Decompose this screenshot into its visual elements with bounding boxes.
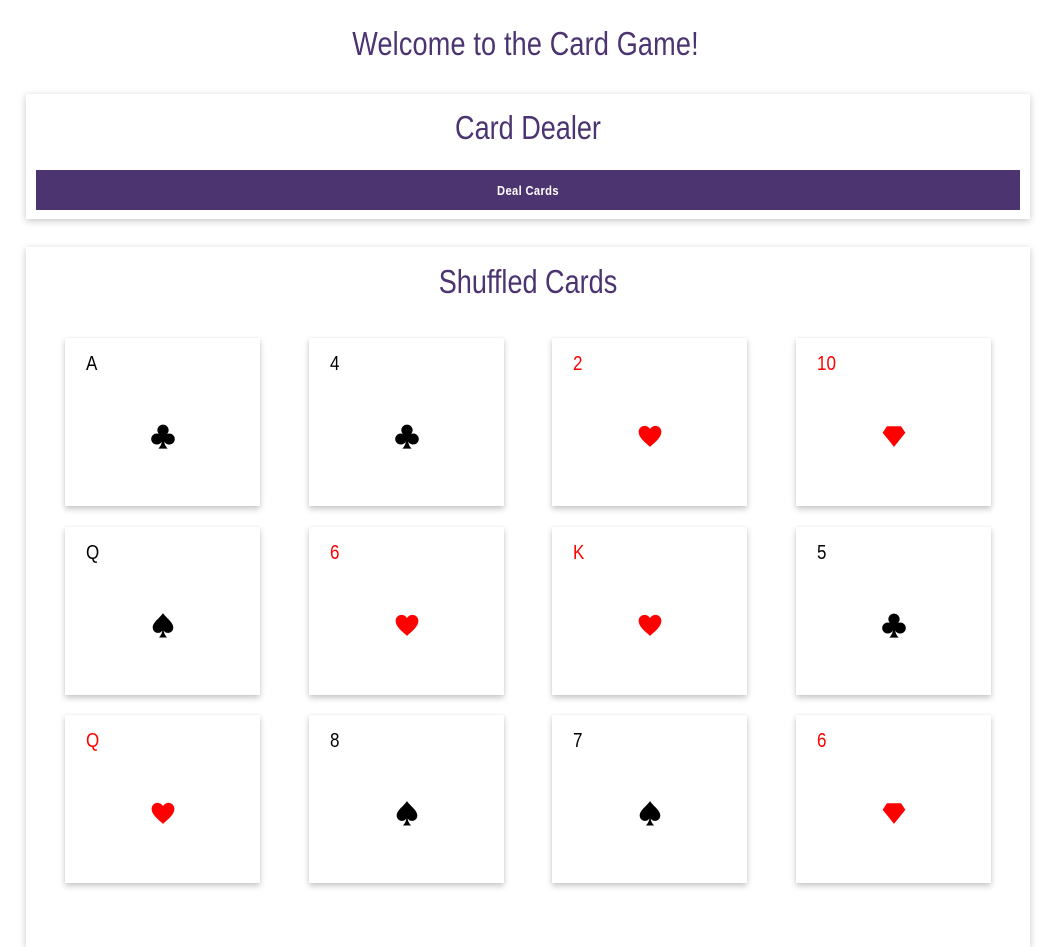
club-icon — [394, 423, 420, 449]
card-dealer-title: Card Dealer — [455, 109, 601, 146]
playing-card[interactable]: Q — [65, 527, 260, 695]
deal-cards-button[interactable]: Deal Cards — [36, 170, 1020, 210]
heart-icon — [637, 612, 663, 638]
shuffled-cards-title: Shuffled Cards — [438, 263, 618, 300]
playing-card[interactable]: 8 — [309, 715, 504, 883]
card-rank: 4 — [330, 353, 340, 375]
heart-icon — [637, 423, 663, 449]
card-rank: 6 — [817, 730, 827, 752]
club-icon — [881, 612, 907, 638]
page-title: Welcome to the Card Game! — [352, 25, 699, 62]
club-icon — [150, 423, 176, 449]
card-rank: Q — [86, 542, 100, 564]
card-rank: 10 — [817, 353, 836, 375]
heart-icon — [394, 612, 420, 638]
card-rank: K — [573, 542, 585, 564]
card-rank: 5 — [817, 542, 827, 564]
card-dealer-panel: Card Dealer Deal Cards — [26, 94, 1030, 219]
card-rank: 6 — [330, 542, 340, 564]
playing-card[interactable]: 4 — [309, 338, 504, 506]
card-rank: 8 — [330, 730, 340, 752]
card-rank: 7 — [573, 730, 583, 752]
playing-card[interactable]: A — [65, 338, 260, 506]
playing-card[interactable]: Q — [65, 715, 260, 883]
card-rank: 2 — [573, 353, 583, 375]
diamond-icon — [881, 800, 907, 826]
playing-card[interactable]: 6 — [796, 715, 991, 883]
deal-cards-button-label: Deal Cards — [497, 182, 559, 198]
playing-card[interactable]: 6 — [309, 527, 504, 695]
spade-icon — [150, 612, 176, 638]
shuffled-cards-panel: Shuffled Cards A 4 2 10 Q 6 K 5 Q 8 7 6 — [26, 247, 1030, 947]
card-rank: Q — [86, 730, 100, 752]
heart-icon — [150, 800, 176, 826]
playing-card[interactable]: 5 — [796, 527, 991, 695]
playing-card[interactable]: K — [552, 527, 747, 695]
playing-card[interactable]: 2 — [552, 338, 747, 506]
spade-icon — [394, 800, 420, 826]
playing-card[interactable]: 7 — [552, 715, 747, 883]
spade-icon — [637, 800, 663, 826]
playing-card[interactable]: 10 — [796, 338, 991, 506]
card-rank: A — [86, 353, 98, 375]
diamond-icon — [881, 423, 907, 449]
